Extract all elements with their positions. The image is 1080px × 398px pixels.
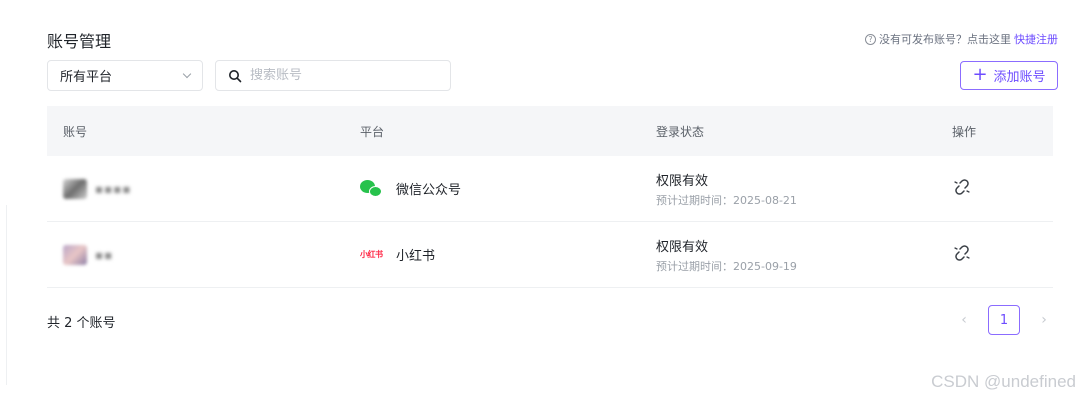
divider bbox=[6, 205, 7, 385]
account-cell: ▪▪ bbox=[63, 244, 344, 265]
search-box[interactable] bbox=[215, 60, 451, 91]
column-header-actions: 操作 bbox=[952, 124, 977, 139]
avatar bbox=[63, 244, 87, 265]
account-cell: ▪▪▪▪ bbox=[63, 178, 344, 199]
accounts-table: 账号 平台 登录状态 操作 ▪▪▪▪ 微信公众号 权限有效 预计过期时间：202… bbox=[47, 106, 1053, 288]
account-count: 共 2 个账号 bbox=[47, 316, 116, 331]
account-name: ▪▪ bbox=[95, 247, 114, 262]
table-header: 账号 平台 登录状态 操作 bbox=[47, 106, 1053, 156]
watermark: CSDN @undefined bbox=[931, 372, 1076, 391]
platform-select-value: 所有平台 bbox=[60, 70, 113, 85]
plus-icon: + bbox=[972, 63, 988, 85]
table-row: ▪▪ 小红书 小红书 权限有效 预计过期时间：2025-09-19 bbox=[47, 222, 1053, 288]
next-page-icon[interactable]: › bbox=[1032, 305, 1056, 335]
unlink-icon[interactable] bbox=[952, 177, 972, 197]
add-account-button[interactable]: + 添加账号 bbox=[960, 61, 1058, 90]
quick-register-link[interactable]: 快捷注册 bbox=[1014, 31, 1058, 47]
column-header-status: 登录状态 bbox=[656, 124, 705, 139]
platform-cell: 微信公众号 bbox=[360, 179, 640, 199]
search-input[interactable] bbox=[250, 68, 430, 83]
add-account-label: 添加账号 bbox=[993, 70, 1046, 85]
login-status: 权限有效 bbox=[656, 173, 709, 189]
help-text: 没有可发布账号？点击这里 bbox=[879, 33, 1011, 46]
wechat-icon bbox=[360, 179, 384, 199]
expire-time: 预计过期时间：2025-09-19 bbox=[656, 259, 797, 273]
avatar bbox=[63, 178, 87, 199]
xiaohongshu-icon: 小红书 bbox=[360, 250, 383, 259]
help-line: ? 没有可发布账号？点击这里 快捷注册 bbox=[865, 31, 1058, 47]
platform-name: 微信公众号 bbox=[396, 183, 462, 198]
page-number[interactable]: 1 bbox=[988, 305, 1020, 335]
pagination: ‹ 1 › bbox=[952, 305, 1056, 335]
prev-page-icon[interactable]: ‹ bbox=[952, 305, 976, 335]
account-name: ▪▪▪▪ bbox=[95, 181, 132, 196]
page-title: 账号管理 bbox=[47, 32, 112, 51]
chevron-down-icon bbox=[182, 69, 192, 79]
unlink-icon[interactable] bbox=[952, 243, 972, 263]
login-status: 权限有效 bbox=[656, 239, 709, 255]
search-icon bbox=[229, 69, 242, 82]
platform-cell: 小红书 小红书 bbox=[360, 245, 640, 264]
expire-time: 预计过期时间：2025-08-21 bbox=[656, 193, 797, 207]
platform-select[interactable]: 所有平台 bbox=[47, 60, 203, 91]
column-header-platform: 平台 bbox=[360, 124, 385, 139]
question-icon: ? bbox=[865, 33, 876, 45]
column-header-account: 账号 bbox=[63, 124, 88, 139]
platform-name: 小红书 bbox=[396, 249, 436, 264]
table-row: ▪▪▪▪ 微信公众号 权限有效 预计过期时间：2025-08-21 bbox=[47, 156, 1053, 222]
